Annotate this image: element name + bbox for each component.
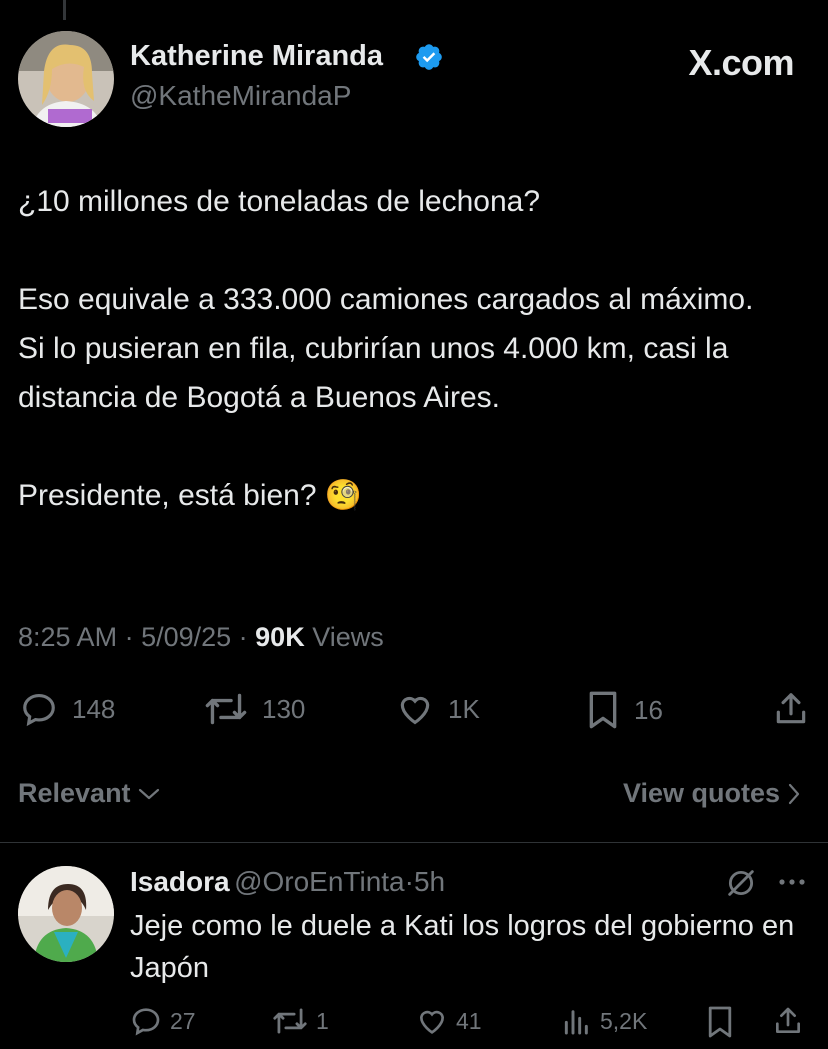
reply-count: 148 (72, 693, 116, 724)
reply-header: Isadora @OroEnTinta·5h (130, 866, 445, 898)
share-icon (776, 1007, 800, 1033)
views-count: 90K (255, 622, 305, 652)
share-button[interactable] (772, 690, 810, 728)
post-date[interactable]: 5/09/25 (141, 622, 231, 652)
chevron-right-icon (788, 783, 800, 804)
reply-author-avatar[interactable] (18, 866, 114, 962)
repost-count: 130 (262, 693, 306, 724)
author-name[interactable]: Katherine Miranda (130, 40, 383, 73)
post-line: Si lo pusieran en fila, cubrirían unos 4… (18, 332, 729, 414)
reply-repost-button[interactable]: 1 (272, 1005, 329, 1037)
post-line: ¿10 millones de toneladas de lechona? (18, 185, 541, 218)
bookmark-icon (708, 1006, 732, 1038)
thread-connector (63, 0, 66, 20)
repost-button[interactable]: 130 (204, 690, 305, 728)
reply-author-name[interactable]: Isadora (130, 866, 230, 897)
chevron-down-icon (138, 788, 159, 799)
reply-like-button[interactable]: 41 (416, 1005, 482, 1037)
reply-author-handle[interactable]: @OroEnTinta (234, 866, 405, 897)
repost-icon (273, 1008, 307, 1034)
reply-bookmark-button[interactable] (706, 1005, 734, 1039)
view-quotes-label: View quotes (622, 778, 780, 808)
section-divider (0, 842, 828, 843)
bookmark-icon (589, 691, 617, 729)
post-line-last: Presidente, está bien? 🧐 (18, 471, 798, 520)
reply-reply-count: 27 (170, 1007, 196, 1034)
sort-label: Relevant (18, 778, 131, 808)
like-button[interactable]: 1K (396, 690, 480, 728)
heart-icon (400, 696, 430, 725)
like-count: 1K (448, 693, 480, 724)
verified-badge-icon (414, 42, 444, 77)
x-com-logo: X.com (688, 42, 794, 83)
author-handle[interactable]: @KatheMirandaP (130, 80, 351, 112)
reply-icon (132, 1008, 160, 1036)
views-label: Views (312, 622, 384, 652)
reply-button[interactable]: 148 (20, 690, 115, 728)
post-time[interactable]: 8:25 AM (18, 622, 117, 652)
reply-reply-button[interactable]: 27 (130, 1005, 196, 1037)
reply-share-button[interactable] (772, 1005, 804, 1037)
reply-icon (23, 693, 55, 727)
bookmark-button[interactable]: 16 (586, 690, 663, 730)
post-meta: 8:25 AM · 5/09/25 · 90K Views (18, 622, 384, 652)
more-options-icon[interactable] (776, 870, 808, 899)
share-icon (776, 693, 806, 724)
reply-views-button[interactable]: 5,2K (562, 1005, 647, 1037)
bookmark-count: 16 (634, 694, 663, 725)
reply-views-count: 5,2K (600, 1007, 648, 1034)
post-line: Presidente, está bien? (18, 479, 317, 512)
reply-like-count: 41 (456, 1007, 482, 1034)
reply-text: Jeje como le duele a Kati los logros del… (130, 910, 795, 984)
reply-repost-count: 1 (316, 1007, 329, 1034)
separator-dot: · (404, 866, 414, 897)
repost-icon (205, 693, 247, 725)
post-line: Eso equivale a 333.000 camiones cargados… (18, 283, 754, 316)
author-avatar[interactable] (18, 31, 114, 127)
post-text: ¿10 millones de toneladas de lechona? Es… (18, 177, 798, 520)
heart-icon (419, 1010, 445, 1034)
analytics-icon (564, 1010, 588, 1035)
face-with-monocle-emoji: 🧐 (324, 479, 363, 512)
view-quotes-link[interactable]: View quotes (623, 778, 802, 809)
sort-dropdown[interactable]: Relevant (18, 778, 161, 809)
reply-time[interactable]: 5h (414, 866, 445, 897)
grok-icon[interactable] (724, 866, 758, 905)
